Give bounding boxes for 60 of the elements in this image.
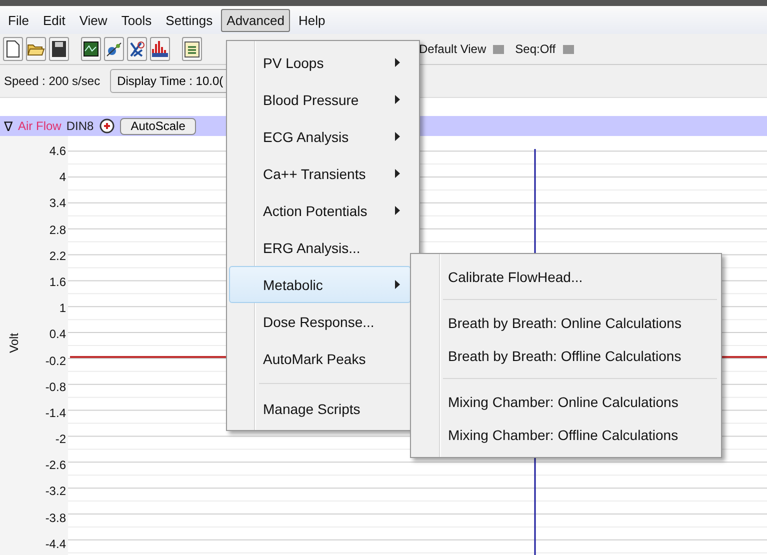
tick-label: 4 <box>59 170 66 184</box>
clipboard-icon <box>184 40 200 58</box>
menu-item[interactable]: Manage Scripts <box>229 390 411 427</box>
toolbar-button[interactable] <box>81 37 101 61</box>
channel-input-label: DIN8 <box>66 119 94 133</box>
speed-label: Speed : 200 s/sec <box>4 74 100 88</box>
tick-label: 2.8 <box>49 222 66 237</box>
sequence-dropdown[interactable]: Seq:Off <box>515 42 556 56</box>
menu-item[interactable]: PV Loops <box>229 44 411 81</box>
menu-item[interactable]: Mixing Chamber: Offline Calculations <box>413 418 719 451</box>
spectrum-icon <box>151 40 169 58</box>
menu-item[interactable]: Breath by Breath: Offline Calculations <box>413 339 719 372</box>
menu-title[interactable]: Settings <box>160 8 219 32</box>
menu-title[interactable]: File <box>2 8 35 32</box>
tick-label: 2.2 <box>49 248 66 263</box>
tick-label: -3.2 <box>45 484 66 498</box>
toolbar-button[interactable] <box>127 37 147 61</box>
menu-item[interactable]: Blood Pressure <box>229 81 411 118</box>
menu-item[interactable]: Dose Response... <box>229 303 411 340</box>
tick-label: -0.8 <box>45 380 66 394</box>
toolbar-button[interactable] <box>3 37 23 61</box>
collapse-toggle[interactable]: ∇ <box>4 118 13 134</box>
menu-item[interactable]: Ca++ Transients <box>229 155 411 192</box>
menu-title[interactable]: Advanced <box>220 8 290 32</box>
menu-item[interactable]: Mixing Chamber: Online Calculations <box>413 385 719 418</box>
autoscale-button[interactable]: AutoScale <box>120 118 196 134</box>
tick-label: 0.4 <box>49 327 66 342</box>
menu-title[interactable]: View <box>73 8 114 32</box>
tick-label: -1.4 <box>45 406 66 420</box>
menu-item[interactable]: ECG Analysis <box>229 118 411 155</box>
toolbar-button[interactable] <box>104 37 124 61</box>
toolbar-button[interactable] <box>49 37 69 61</box>
new-file-icon <box>6 40 20 58</box>
tick-label: 1.6 <box>49 274 66 289</box>
tick-label: -4.4 <box>45 536 66 551</box>
tick-label: 1 <box>59 301 66 316</box>
menu-item[interactable]: Metabolic <box>229 266 411 303</box>
tick-label: -2 <box>55 432 66 446</box>
zoom-in-icon[interactable] <box>98 118 115 134</box>
menu-item[interactable]: Action Potentials <box>229 192 411 229</box>
channel-name: Air Flow <box>18 119 62 133</box>
menu-title[interactable]: Tools <box>115 8 158 32</box>
menu-title[interactable]: Edit <box>36 8 72 32</box>
tick-label: 4.6 <box>49 144 66 158</box>
xy-plot-icon <box>128 40 146 58</box>
toolbar-button[interactable] <box>150 37 170 61</box>
tick-label: -3.8 <box>45 510 66 525</box>
scatter-plot-icon <box>105 40 123 58</box>
axis-label: Volt <box>7 333 21 353</box>
chart-icon <box>83 41 99 57</box>
tick-label: -0.2 <box>45 354 66 368</box>
toolbar-button[interactable] <box>182 37 202 61</box>
menu-item[interactable]: ERG Analysis... <box>229 229 411 266</box>
menu-item[interactable]: Breath by Breath: Online Calculations <box>413 306 719 339</box>
menu-item[interactable]: AutoMark Peaks <box>229 340 411 377</box>
tick-label: -2.6 <box>45 458 66 472</box>
menu-title[interactable]: Help <box>292 8 332 32</box>
menu-item[interactable]: Calibrate FlowHead... <box>413 260 719 293</box>
view-dropdown[interactable]: Default View <box>419 42 486 56</box>
tick-label: 3.4 <box>49 196 66 210</box>
